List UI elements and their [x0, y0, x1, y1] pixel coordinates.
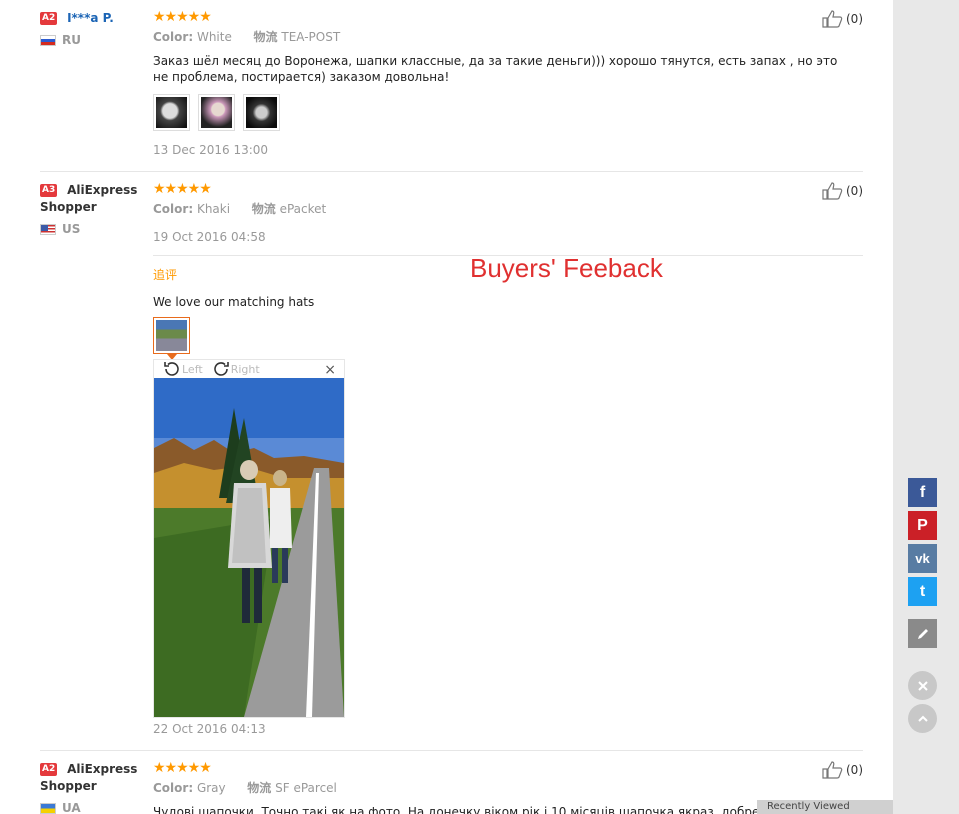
helpful-count: (0)	[846, 12, 863, 26]
additional-feedback-text: We love our matching hats	[153, 295, 315, 309]
reviewer-name[interactable]: I***a P.	[67, 11, 114, 25]
review-item: A2 AliExpress Shopper UA ★★★★★ Color: Gr…	[40, 751, 863, 814]
vk-icon: vk	[915, 551, 930, 566]
photo-viewer-toolbar: Left Right ×	[154, 360, 344, 378]
helpful-button[interactable]: (0)	[822, 182, 863, 200]
vk-share-button[interactable]: vk	[908, 544, 937, 573]
reviewer-country: UA	[40, 801, 140, 814]
buyer-level-badge: A3	[40, 184, 58, 197]
review-date: 13 Dec 2016 13:00	[153, 143, 269, 157]
facebook-share-button[interactable]: f	[908, 478, 937, 507]
shipping-value: SF eParcel	[275, 781, 337, 795]
pinterest-share-button[interactable]: P	[908, 511, 937, 540]
review-attributes: Color: Khaki 物流 ePacket	[153, 200, 853, 217]
rotate-left-button[interactable]: Left	[162, 360, 203, 378]
annotation-title: Buyers' Feeback	[470, 253, 663, 283]
review-photo-large	[154, 378, 344, 717]
facebook-icon: f	[919, 483, 926, 501]
close-sidebar-button[interactable]	[908, 671, 937, 700]
helpful-count: (0)	[846, 184, 863, 198]
review-item: A2 I***a P. RU ★★★★★ Color: White 物流 TEA…	[40, 0, 863, 172]
review-photo-thumb-selected[interactable]	[153, 317, 190, 360]
review-attributes: Color: White 物流 TEA-POST	[153, 28, 853, 45]
color-label: Color:	[153, 781, 194, 795]
review-attributes: Color: Gray 物流 SF eParcel	[153, 779, 853, 796]
helpful-button[interactable]: (0)	[822, 761, 863, 779]
buyer-level-badge: A2	[40, 763, 58, 776]
additional-feedback-date: 22 Oct 2016 04:13	[153, 722, 266, 736]
pencil-icon	[917, 628, 928, 639]
review-photo-thumb[interactable]	[153, 94, 190, 131]
thumbs-up-icon	[822, 10, 843, 28]
review-photo-thumb[interactable]	[243, 94, 280, 131]
reviewer-info: A2 I***a P. RU	[40, 10, 140, 47]
review-date: 19 Oct 2016 04:58	[153, 230, 266, 244]
review-photo-thumb[interactable]	[198, 94, 235, 131]
color-label: Color:	[153, 202, 194, 216]
reviewer-country: RU	[40, 33, 140, 47]
twitter-icon: t	[919, 582, 926, 600]
star-rating: ★★★★★	[153, 760, 212, 776]
rotate-right-icon	[213, 362, 229, 376]
review-body: ★★★★★ Color: Khaki 物流 ePacket 19 Oct 201…	[153, 182, 853, 244]
review-item: A3 AliExpress Shopper US ★★★★★ Color: Kh…	[40, 172, 863, 751]
flag-icon	[40, 802, 56, 814]
reviewer-info: A3 AliExpress Shopper US	[40, 182, 140, 236]
shipping-label: 物流	[247, 781, 272, 795]
review-text: Заказ шёл месяц до Воронежа, шапки класс…	[153, 54, 838, 84]
country-code: RU	[62, 33, 81, 47]
thumbs-up-icon	[822, 182, 843, 200]
shipping-value: ePacket	[279, 202, 327, 216]
chevron-up-icon	[917, 715, 928, 722]
scroll-to-top-button[interactable]	[908, 704, 937, 733]
review-text: Чудові шапочки. Точно такі як на фото. Н…	[153, 805, 837, 814]
buyer-level-badge: A2	[40, 12, 58, 25]
color-value: White	[196, 30, 232, 44]
thumbs-up-icon	[822, 761, 843, 779]
shipping-label: 物流	[253, 30, 278, 44]
color-value: Gray	[196, 781, 226, 795]
helpful-button[interactable]: (0)	[822, 10, 863, 28]
review-body: ★★★★★ Color: Gray 物流 SF eParcel Чудові ш…	[153, 761, 853, 814]
recently-viewed-bar[interactable]: Recently Viewed	[757, 800, 893, 814]
rotate-right-button[interactable]: Right	[211, 360, 260, 378]
flag-icon	[40, 223, 56, 235]
close-icon[interactable]: ×	[324, 362, 336, 378]
edit-button[interactable]	[908, 619, 937, 648]
color-value: Khaki	[196, 202, 231, 216]
pinterest-icon: P	[917, 516, 928, 534]
close-icon	[917, 680, 928, 691]
review-body: ★★★★★ Color: White 物流 TEA-POST Заказ шёл…	[153, 10, 853, 157]
star-rating: ★★★★★	[153, 181, 212, 197]
country-code: US	[62, 222, 81, 236]
reviewer-info: A2 AliExpress Shopper UA	[40, 761, 140, 814]
rotate-left-label: Left	[182, 362, 203, 376]
photo-viewer: Left Right ×	[153, 359, 345, 718]
twitter-share-button[interactable]: t	[908, 577, 937, 606]
review-photos	[153, 94, 853, 131]
rotate-left-icon	[164, 362, 179, 376]
color-label: Color:	[153, 30, 194, 44]
reviews-panel: A2 I***a P. RU ★★★★★ Color: White 物流 TEA…	[0, 0, 893, 814]
shipping-label: 物流	[251, 202, 276, 216]
reviewer-country: US	[40, 222, 140, 236]
shipping-value: TEA-POST	[281, 30, 341, 44]
star-rating: ★★★★★	[153, 9, 212, 25]
flag-icon	[40, 34, 56, 46]
rotate-right-label: Right	[230, 362, 260, 376]
helpful-count: (0)	[846, 763, 863, 777]
country-code: UA	[62, 801, 81, 814]
